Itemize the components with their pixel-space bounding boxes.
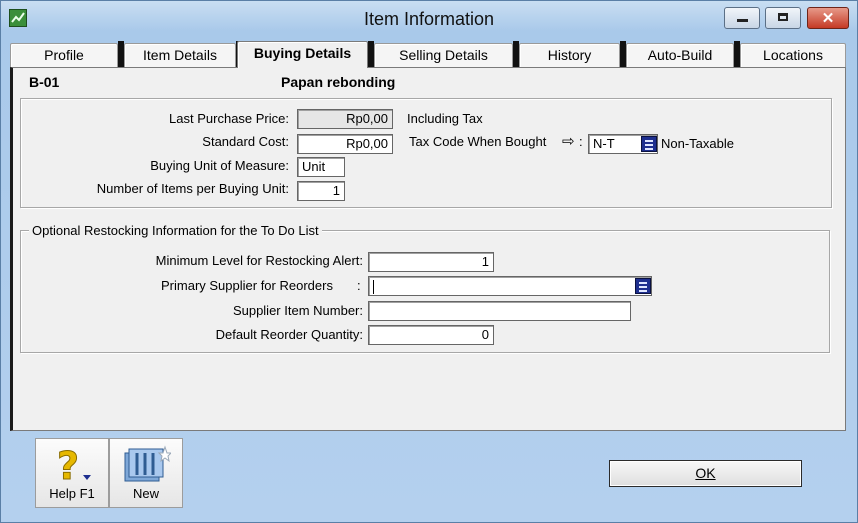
tab-label: History xyxy=(547,47,592,63)
last-purchase-price-label: Last Purchase Price: xyxy=(169,111,289,126)
supplier-item-number-field[interactable] xyxy=(368,301,631,321)
items-per-unit-label: Number of Items per Buying Unit: xyxy=(96,181,289,196)
tax-code-arrow-icon[interactable]: ⇨ xyxy=(562,132,575,150)
buying-unit-label: Buying Unit of Measure: xyxy=(150,158,289,173)
min-level-label: Minimum Level for Restocking Alert: xyxy=(155,253,363,268)
tab-label: Selling Details xyxy=(399,47,488,63)
maximize-button[interactable] xyxy=(765,7,801,29)
tab-profile[interactable]: Profile xyxy=(10,43,118,67)
ok-button-label: OK xyxy=(695,465,716,481)
tab-strip: Profile Item Details Buying Details Sell… xyxy=(10,41,846,68)
tab-auto-build[interactable]: Auto-Build xyxy=(626,43,734,67)
tax-code-description: Non-Taxable xyxy=(661,136,734,151)
tax-code-select[interactable]: N-T xyxy=(588,134,658,154)
help-button-label: Help F1 xyxy=(49,486,95,501)
reorder-quantity-label: Default Reorder Quantity: xyxy=(215,327,363,342)
tab-label: Locations xyxy=(763,47,823,63)
tax-code-colon: : xyxy=(579,134,583,149)
restocking-legend: Optional Restocking Information for the … xyxy=(29,223,322,238)
primary-supplier-label: Primary Supplier for Reorders xyxy=(161,278,333,293)
min-level-field[interactable]: 1 xyxy=(368,252,494,272)
new-button[interactable]: New xyxy=(109,438,183,508)
tab-label: Auto-Build xyxy=(647,47,713,63)
standard-cost-label: Standard Cost: xyxy=(202,134,289,149)
primary-supplier-select[interactable] xyxy=(368,276,652,296)
tab-label: Item Details xyxy=(143,47,217,63)
close-icon: ✕ xyxy=(821,10,835,27)
new-item-icon xyxy=(124,445,171,482)
tab-buying-details[interactable]: Buying Details xyxy=(237,41,368,68)
title-bar[interactable]: Item Information ✕ xyxy=(1,1,857,35)
buying-unit-field[interactable]: Unit xyxy=(297,157,345,177)
tax-code-label: Tax Code When Bought xyxy=(409,134,547,149)
tab-label: Profile xyxy=(44,47,84,63)
tab-selling-details[interactable]: Selling Details xyxy=(374,43,513,67)
tax-code-value: N-T xyxy=(593,136,615,151)
restocking-group: Optional Restocking Information for the … xyxy=(20,223,830,353)
ok-button[interactable]: OK xyxy=(609,460,802,487)
last-purchase-price-field: Rp0,00 xyxy=(297,109,393,129)
buying-info-group: Last Purchase Price: Rp0,00 Including Ta… xyxy=(20,98,832,208)
tab-label: Buying Details xyxy=(253,45,352,61)
reorder-quantity-field[interactable]: 0 xyxy=(368,325,494,345)
close-button[interactable]: ✕ xyxy=(807,7,849,29)
supplier-item-number-label: Supplier Item Number: xyxy=(232,303,363,318)
dropdown-arrow-icon[interactable] xyxy=(641,136,657,152)
tab-history[interactable]: History xyxy=(519,43,620,67)
minimize-icon xyxy=(737,19,748,22)
help-question-icon: ? xyxy=(57,444,91,487)
text-cursor xyxy=(373,279,374,294)
item-name: Papan rebonding xyxy=(281,74,396,90)
svg-text:?: ? xyxy=(57,444,79,487)
help-button[interactable]: ? Help F1 xyxy=(35,438,109,508)
items-per-unit-field[interactable]: 1 xyxy=(297,181,345,201)
tab-locations[interactable]: Locations xyxy=(740,43,846,67)
minimize-button[interactable] xyxy=(724,7,760,29)
new-button-label: New xyxy=(132,486,159,501)
maximize-icon xyxy=(778,13,788,21)
including-tax-label: Including Tax xyxy=(407,111,483,126)
standard-cost-field[interactable]: Rp0,00 xyxy=(297,134,393,154)
buying-details-panel: B-01 Papan rebonding Last Purchase Price… xyxy=(10,67,846,431)
item-number: B-01 xyxy=(29,74,60,90)
item-information-window: Item Information ✕ Profile Item Details … xyxy=(0,0,858,523)
dropdown-arrow-icon[interactable] xyxy=(635,278,651,294)
primary-supplier-colon: : xyxy=(357,278,361,293)
tab-item-details[interactable]: Item Details xyxy=(124,43,236,67)
